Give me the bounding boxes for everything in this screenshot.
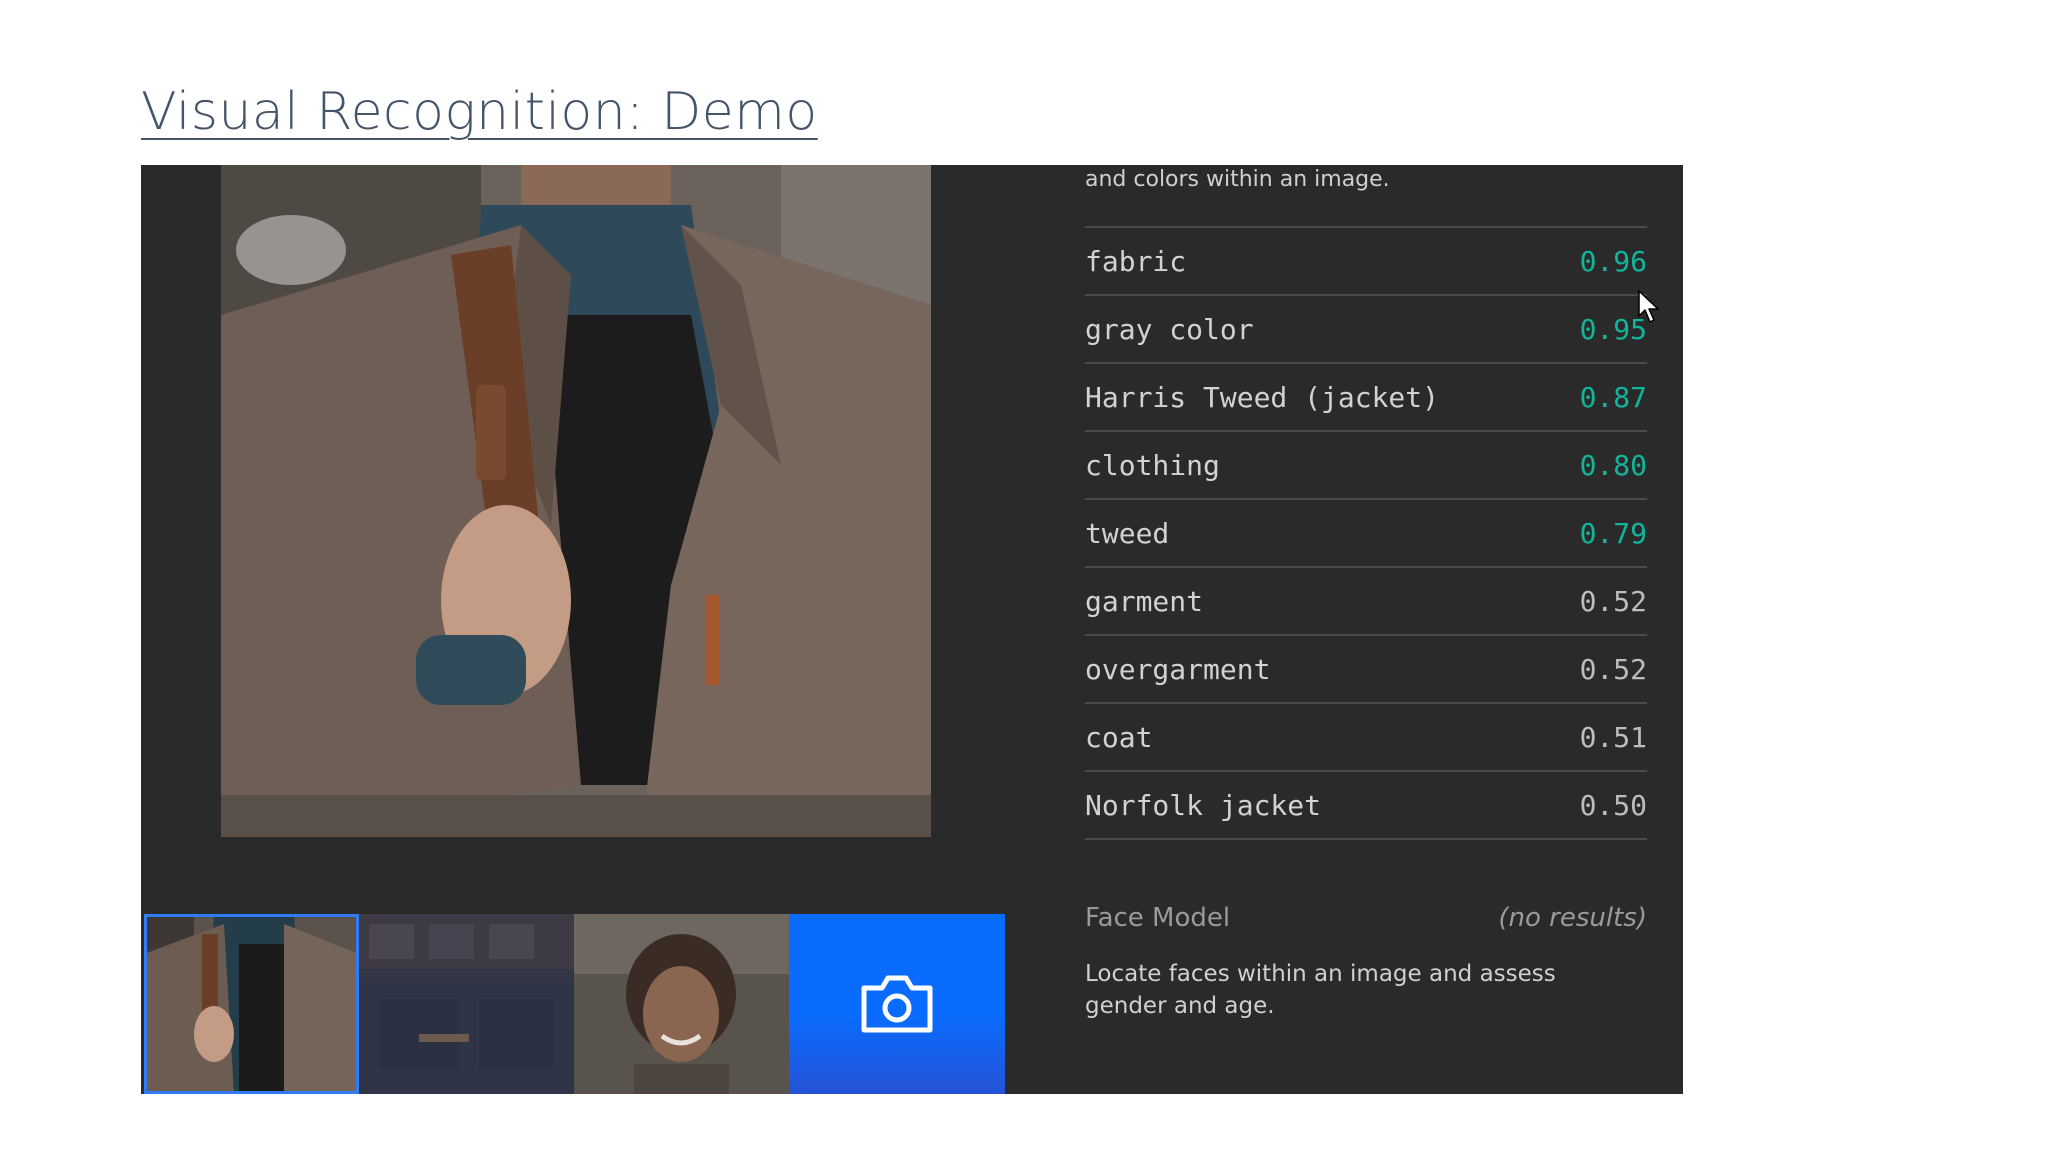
result-label: garment <box>1085 584 1204 618</box>
result-label: Harris Tweed (jacket) <box>1085 380 1440 414</box>
thumbnail-strip <box>144 914 1008 1094</box>
result-score: 0.96 <box>1579 244 1647 278</box>
face-model-status: (no results) <box>1498 903 1647 933</box>
storefront-image <box>359 914 574 1094</box>
result-row: clothing 0.80 <box>1085 432 1647 500</box>
result-score: 0.87 <box>1579 380 1647 414</box>
results-panel: and colors within an image. fabric 0.96 gr… <box>1085 165 1647 1022</box>
result-row: coat 0.51 <box>1085 704 1647 772</box>
slide: Visual Recognition: Demo and colors with… <box>0 0 2048 1152</box>
result-label: clothing <box>1085 448 1220 482</box>
result-score: 0.95 <box>1579 312 1647 346</box>
result-row: gray color 0.95 <box>1085 296 1647 364</box>
result-row: overgarment 0.52 <box>1085 636 1647 704</box>
mouse-pointer-icon <box>1638 290 1659 323</box>
result-row: fabric 0.96 <box>1085 228 1647 296</box>
smiling-woman-image <box>574 914 789 1094</box>
result-score: 0.52 <box>1579 652 1647 686</box>
demo-panel: and colors within an image. fabric 0.96 gr… <box>141 165 1683 1094</box>
face-model-header: Face Model (no results) <box>1085 903 1647 933</box>
face-model-description: Locate faces within an image and assess … <box>1085 961 1556 1019</box>
result-row: Harris Tweed (jacket) 0.87 <box>1085 364 1647 432</box>
result-score: 0.51 <box>1579 720 1647 754</box>
result-row: garment 0.52 <box>1085 568 1647 636</box>
results-list: fabric 0.96 gray color 0.95 Harris Tweed (ja… <box>1085 226 1647 840</box>
classifier-description: and colors within an image. <box>1085 167 1390 192</box>
thumbnail-woman[interactable] <box>574 914 789 1094</box>
analyzed-photo <box>221 165 931 837</box>
result-label: Norfolk jacket <box>1085 788 1322 822</box>
result-score: 0.50 <box>1579 788 1647 822</box>
man-in-tweed-jacket-image <box>144 914 359 1094</box>
camera-upload-button[interactable] <box>789 914 1005 1094</box>
result-row: tweed 0.79 <box>1085 500 1647 568</box>
thumbnail-storefront[interactable] <box>359 914 574 1094</box>
result-label: tweed <box>1085 516 1170 550</box>
camera-icon <box>861 975 933 1033</box>
result-score: 0.79 <box>1579 516 1647 550</box>
result-score: 0.52 <box>1579 584 1647 618</box>
result-label: fabric <box>1085 244 1187 278</box>
thumbnail-man-jacket[interactable] <box>144 914 359 1094</box>
result-label: gray color <box>1085 312 1254 346</box>
result-label: coat <box>1085 720 1153 754</box>
result-row: Norfolk jacket 0.50 <box>1085 772 1647 840</box>
result-score: 0.80 <box>1579 448 1647 482</box>
face-model-title: Face Model <box>1085 903 1231 933</box>
slide-title: Visual Recognition: Demo <box>141 82 818 142</box>
result-label: overgarment <box>1085 652 1271 686</box>
